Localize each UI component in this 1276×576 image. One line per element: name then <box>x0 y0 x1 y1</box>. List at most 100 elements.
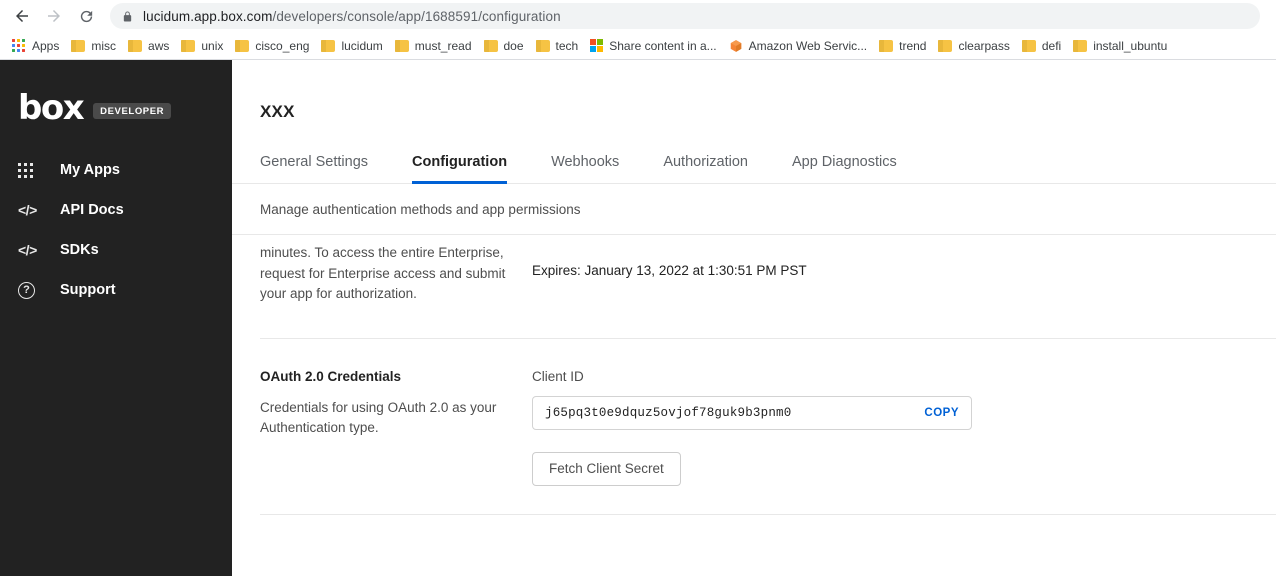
bookmark-label: doe <box>503 38 524 53</box>
url-path: /developers/console/app/1688591/configur… <box>272 8 561 24</box>
oauth-section-heading: OAuth 2.0 Credentials <box>260 368 402 384</box>
bookmark-label: clearpass <box>958 38 1010 53</box>
fetch-client-secret-button[interactable]: Fetch Client Secret <box>532 451 681 486</box>
tab-general-settings[interactable]: General Settings <box>260 154 368 184</box>
oauth-credentials-section: OAuth 2.0 Credentials Credentials for us… <box>232 369 1276 486</box>
divider <box>232 234 1276 235</box>
developer-badge: DEVELOPER <box>93 103 172 119</box>
folder-icon <box>535 39 550 52</box>
section-subtitle: Manage authentication methods and app pe… <box>260 202 581 217</box>
bookmark-item[interactable]: clearpass <box>932 35 1015 57</box>
bookmark-item[interactable]: unix <box>175 35 229 57</box>
bookmark-label: tech <box>555 38 579 53</box>
token-expires-text: Expires: January 13, 2022 at 1:30:51 PM … <box>532 263 807 278</box>
bookmark-label: unix <box>201 38 224 53</box>
sidebar-item-sdks[interactable]: </> SDKs <box>0 230 232 270</box>
client-id-field-wrapper[interactable]: COPY <box>532 395 972 430</box>
url-host: lucidum.app.box.com <box>143 8 273 24</box>
bookmark-item[interactable]: cisco_eng <box>229 35 315 57</box>
oauth-section-blurb: Credentials for using OAuth 2.0 as your … <box>260 399 497 436</box>
aws-cube-icon <box>729 39 743 53</box>
bookmark-item[interactable]: trend <box>873 35 932 57</box>
bookmark-item[interactable]: Share content in a... <box>584 35 722 57</box>
folder-icon <box>394 39 409 52</box>
back-button[interactable] <box>8 2 36 30</box>
sidebar-nav: My Apps </> API Docs </> SDKs ? Support <box>0 150 232 310</box>
bookmark-item[interactable]: install_ubuntu <box>1067 35 1173 57</box>
app-container: box DEVELOPER My Apps </> API Docs </> S… <box>0 60 1276 576</box>
client-id-input[interactable] <box>545 405 915 420</box>
sidebar-item-label: My Apps <box>60 162 120 178</box>
divider <box>260 513 1276 515</box>
folder-icon <box>235 39 250 52</box>
sidebar-item-label: API Docs <box>60 202 124 218</box>
page-title: XXX <box>260 102 295 121</box>
address-bar[interactable]: lucidum.app.box.com/developers/console/a… <box>110 3 1260 29</box>
arrow-left-icon <box>16 10 28 22</box>
brand-logo-link[interactable]: box DEVELOPER <box>0 86 232 130</box>
code-icon: </> <box>18 202 37 218</box>
folder-icon <box>181 39 196 52</box>
bookmark-label: defi <box>1041 38 1062 53</box>
folder-icon <box>128 39 143 52</box>
address-bar-url: lucidum.app.box.com/developers/console/a… <box>143 9 561 24</box>
folder-icon <box>879 39 894 52</box>
bookmarks-bar: Apps misc aws unix cisco_eng lucidum must_read… <box>0 32 1276 59</box>
bookmark-item[interactable]: aws <box>122 35 175 57</box>
bookmark-label: Share content in a... <box>609 38 717 53</box>
oauth-fields-column: Client ID COPY Fetch Client Secret <box>532 369 1276 486</box>
folder-icon <box>483 39 498 52</box>
main-content: XXX General Settings Configuration Webho… <box>232 60 1276 576</box>
tab-authorization[interactable]: Authorization <box>663 154 748 184</box>
bookmark-item[interactable]: must_read <box>389 35 478 57</box>
browser-toolbar: lucidum.app.box.com/developers/console/a… <box>0 0 1276 32</box>
copy-client-id-button[interactable]: COPY <box>924 407 959 419</box>
bookmark-item[interactable]: Amazon Web Servic... <box>723 35 874 57</box>
folder-icon <box>321 39 336 52</box>
folder-icon <box>1073 39 1088 52</box>
forward-button[interactable] <box>40 2 68 30</box>
folder-icon <box>1021 39 1036 52</box>
bookmark-item[interactable]: doe <box>478 35 530 57</box>
microsoft-logo-icon <box>590 39 604 52</box>
token-blurb-column: minutes. To access the entire Enterprise… <box>260 243 532 305</box>
sidebar-item-label: Support <box>60 282 116 298</box>
folder-icon <box>71 39 86 52</box>
bookmark-label: must_read <box>414 38 472 53</box>
sidebar-item-my-apps[interactable]: My Apps <box>0 150 232 190</box>
token-expiry-column: Expires: January 13, 2022 at 1:30:51 PM … <box>532 243 1276 305</box>
grid-icon <box>18 162 42 178</box>
lock-icon <box>122 10 133 23</box>
tab-bar: General Settings Configuration Webhooks … <box>232 146 1276 184</box>
bookmark-label: lucidum <box>341 38 383 53</box>
reload-button[interactable] <box>72 2 100 30</box>
client-id-label: Client ID <box>532 368 584 384</box>
bookmark-label: Apps <box>32 38 60 53</box>
arrow-right-icon <box>48 10 60 22</box>
tab-webhooks[interactable]: Webhooks <box>551 154 619 184</box>
bookmark-label: trend <box>899 38 927 53</box>
token-section: minutes. To access the entire Enterprise… <box>232 243 1276 305</box>
bookmark-item[interactable]: tech <box>530 35 585 57</box>
bookmark-item[interactable]: lucidum <box>315 35 388 57</box>
sidebar-item-support[interactable]: ? Support <box>0 270 232 310</box>
bookmark-label: install_ubuntu <box>1093 38 1168 53</box>
folder-icon <box>938 39 953 52</box>
code-icon: </> <box>18 242 37 258</box>
browser-chrome: lucidum.app.box.com/developers/console/a… <box>0 0 1276 60</box>
bookmark-label: cisco_eng <box>255 38 310 53</box>
question-circle-icon: ? <box>18 281 42 299</box>
divider <box>260 337 1276 339</box>
token-blurb: minutes. To access the entire Enterprise… <box>260 245 506 301</box>
box-logo: box <box>18 88 85 128</box>
sidebar-item-api-docs[interactable]: </> API Docs <box>0 190 232 230</box>
sidebar: box DEVELOPER My Apps </> API Docs </> S… <box>0 60 232 576</box>
apps-grid-icon <box>12 38 26 53</box>
bookmark-item[interactable]: misc <box>65 35 122 57</box>
reload-icon <box>80 10 92 22</box>
tab-configuration[interactable]: Configuration <box>412 154 508 184</box>
tab-app-diagnostics[interactable]: App Diagnostics <box>792 154 897 184</box>
oauth-description-column: OAuth 2.0 Credentials Credentials for us… <box>260 369 532 486</box>
bookmark-item[interactable]: defi <box>1016 35 1067 57</box>
bookmark-item[interactable]: Apps <box>6 35 65 57</box>
